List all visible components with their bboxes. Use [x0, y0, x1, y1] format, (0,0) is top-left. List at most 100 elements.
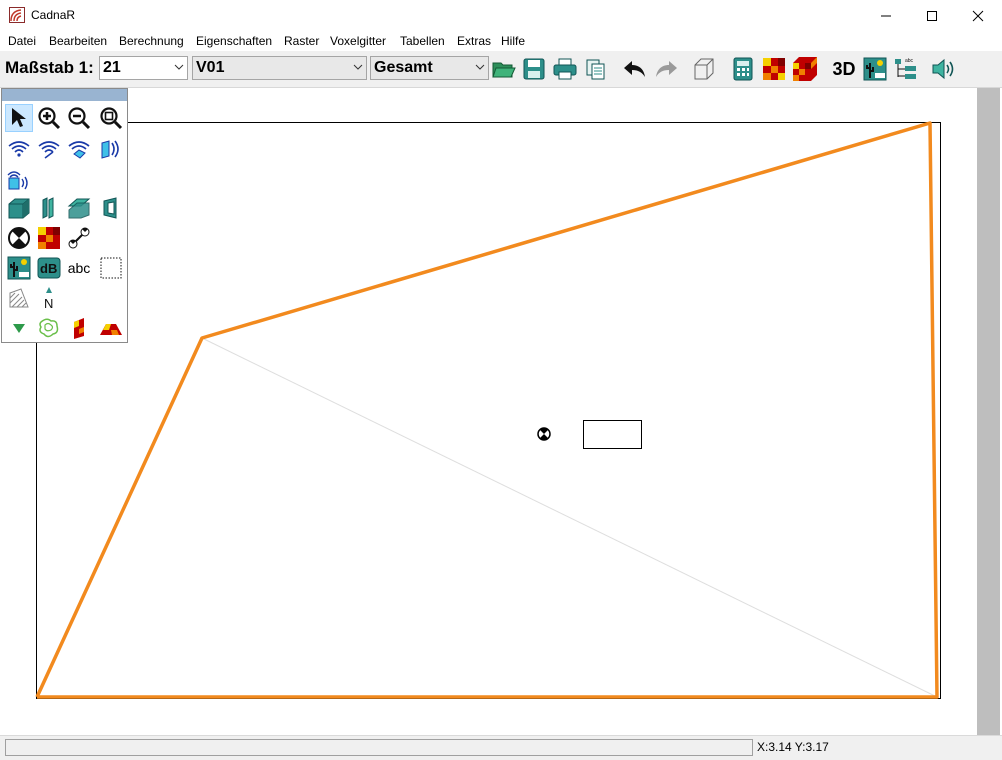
- vertical-area-source-tool[interactable]: [97, 135, 125, 163]
- svg-text:dB: dB: [40, 261, 57, 276]
- wall-tool[interactable]: [35, 194, 63, 222]
- ceiling-tool[interactable]: [65, 194, 93, 222]
- receiver-line-tool[interactable]: [65, 224, 93, 252]
- zoom-out-icon: [68, 107, 91, 130]
- zoom-extent-icon: [100, 107, 123, 130]
- menu-extras[interactable]: Extras: [457, 34, 491, 48]
- print-button[interactable]: [552, 56, 578, 82]
- receiver-tool[interactable]: [5, 224, 33, 252]
- grid-map-button[interactable]: [761, 56, 787, 82]
- grid-calc-tool[interactable]: [35, 224, 63, 252]
- hatch-area-tool[interactable]: [5, 284, 33, 312]
- menu-bearbeiten[interactable]: Bearbeiten: [49, 34, 107, 48]
- tool-palette: dB abc N: [1, 88, 128, 343]
- minimize-button[interactable]: [863, 0, 909, 31]
- volume-source-icon: [7, 171, 28, 190]
- select-tool[interactable]: [5, 104, 33, 132]
- north-arrow-icon: N: [44, 287, 53, 310]
- room-outline[interactable]: [35, 121, 939, 699]
- building-grid-tool[interactable]: [97, 314, 125, 342]
- status-bar: X:3.14 Y:3.17: [0, 735, 1002, 760]
- undo-button[interactable]: [622, 56, 648, 82]
- tree-view-button[interactable]: abc: [893, 56, 919, 82]
- zoom-fit-tool[interactable]: [97, 104, 125, 132]
- menu-hilfe[interactable]: Hilfe: [501, 34, 525, 48]
- copy-button[interactable]: [583, 56, 609, 82]
- landscape-button[interactable]: [862, 56, 888, 82]
- box-view-button[interactable]: [691, 56, 717, 82]
- scale-value: 21: [103, 59, 121, 76]
- wireframe-box-icon: [694, 58, 714, 80]
- area-source-waves-icon: [68, 141, 90, 159]
- speaker-icon: [932, 58, 954, 80]
- main-toolbar: Maßstab 1: 21 V01 Gesamt 3D abc: [0, 51, 1002, 88]
- menu-eigenschaften[interactable]: Eigenschaften: [196, 34, 272, 48]
- area-source-tool[interactable]: [65, 135, 93, 163]
- vertical-scrollbar[interactable]: [977, 88, 1000, 735]
- point-source-waves-icon: [8, 141, 30, 157]
- maximize-button[interactable]: [909, 0, 955, 31]
- terrain-point-tool[interactable]: [5, 314, 33, 342]
- mode-value: Gesamt: [374, 59, 433, 76]
- landscape-tool[interactable]: [5, 254, 33, 282]
- open-button[interactable]: [491, 56, 517, 82]
- window-frame-icon: [103, 197, 117, 219]
- triangle-down-icon: [13, 324, 25, 333]
- sound-source-icon[interactable]: [537, 427, 551, 441]
- redo-button[interactable]: [653, 56, 679, 82]
- room-diagonal-line: [201, 337, 938, 698]
- menu-datei[interactable]: Datei: [8, 34, 36, 48]
- menu-raster[interactable]: Raster: [284, 34, 319, 48]
- window-title: CadnaR: [31, 8, 76, 22]
- selection-rectangle-tool[interactable]: [97, 254, 125, 282]
- svg-text:abc: abc: [905, 58, 914, 64]
- voxel-grid-button[interactable]: [792, 56, 818, 82]
- menu-berechnung[interactable]: Berechnung: [119, 34, 184, 48]
- vertical-grid-tool[interactable]: [65, 314, 93, 342]
- pointer-arrow-icon: [12, 108, 26, 127]
- text-tool[interactable]: abc: [65, 254, 93, 282]
- receiver-line-icon: [68, 227, 90, 249]
- copy-pages-icon: [586, 59, 605, 80]
- contour-tool[interactable]: [35, 314, 63, 342]
- receiver-point-icon: [8, 227, 30, 249]
- close-icon: [972, 10, 984, 21]
- line-source-tool[interactable]: [35, 135, 63, 163]
- zoom-in-icon: [38, 107, 61, 130]
- zoom-out-tool[interactable]: [65, 104, 93, 132]
- menu-tabellen[interactable]: Tabellen: [400, 34, 445, 48]
- object-tree-icon: abc: [895, 58, 916, 79]
- point-source-tool[interactable]: [5, 135, 33, 163]
- save-button[interactable]: [521, 56, 547, 82]
- building-tool[interactable]: [5, 194, 33, 222]
- db-label-tool[interactable]: dB: [35, 254, 63, 282]
- drawing-canvas[interactable]: [0, 88, 977, 735]
- menu-voxelgitter[interactable]: Voxelgitter: [330, 34, 386, 48]
- receiver-object[interactable]: [583, 420, 642, 449]
- zoom-in-tool[interactable]: [35, 104, 63, 132]
- wall-panel-icon: [42, 197, 54, 219]
- grid-colormap-icon: [38, 227, 60, 249]
- palette-title-bar[interactable]: [2, 89, 127, 101]
- volume-source-tool[interactable]: [5, 165, 33, 193]
- scale-label: Maßstab 1:: [5, 58, 94, 77]
- dotted-rectangle-icon: [100, 257, 122, 279]
- building-grid-icon: [100, 324, 122, 335]
- contour-line-icon: [39, 318, 59, 338]
- calculate-button[interactable]: [730, 56, 756, 82]
- printer-icon: [553, 58, 577, 80]
- sound-button[interactable]: [931, 56, 957, 82]
- scale-combo[interactable]: 21: [99, 56, 188, 80]
- landscape-cactus-icon: [7, 256, 31, 280]
- calculator-icon: [733, 57, 753, 81]
- view-3d-button[interactable]: 3D: [831, 56, 857, 82]
- mode-combo[interactable]: Gesamt: [370, 56, 489, 80]
- vertical-area-source-icon: [101, 140, 119, 159]
- variant-combo[interactable]: V01: [192, 56, 367, 80]
- window-element-tool[interactable]: [97, 194, 125, 222]
- close-button[interactable]: [955, 0, 1001, 31]
- north-arrow-tool[interactable]: N: [35, 284, 63, 312]
- landscape-cactus-icon: [863, 57, 887, 81]
- room-bounding-frame: [36, 122, 941, 699]
- redo-arrow-icon: [656, 61, 677, 77]
